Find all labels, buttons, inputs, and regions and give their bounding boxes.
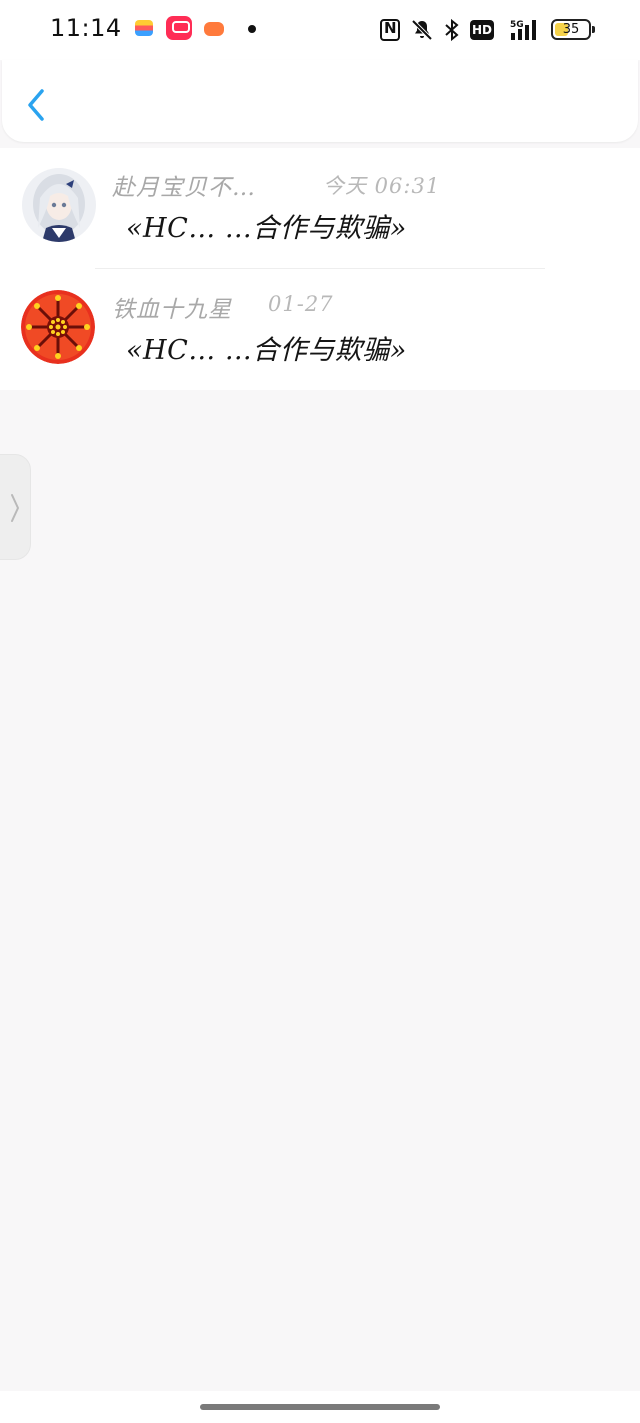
list-item[interactable]: 赴月宝贝不… 今天 06:31 «HC… …合作与欺骗» (0, 148, 640, 269)
more-notifications-dot-icon (248, 25, 256, 33)
network-type-text: 5G (510, 20, 524, 30)
home-indicator[interactable] (200, 1404, 440, 1410)
post-list: 赴月宝贝不… 今天 06:31 «HC… …合作与欺骗» 铁血十九星 01-27… (0, 148, 640, 390)
header-bar (2, 60, 638, 142)
bottom-gesture-bar (0, 1391, 640, 1423)
wallet-app-icon (135, 20, 153, 36)
status-bar: 11:14 HD 5G 35 (0, 0, 640, 60)
game-app-icon (204, 22, 224, 36)
battery-level: 35 (562, 22, 580, 37)
post-title: «HC… …合作与欺骗» (126, 213, 407, 244)
bell-muted-icon (411, 19, 433, 41)
signal-5g-icon: 5G (510, 20, 536, 40)
red-star-emblem-avatar-icon (21, 290, 95, 364)
post-timestamp: 今天 06:31 (323, 174, 441, 198)
battery-icon: 35 (551, 19, 595, 40)
divider (95, 268, 545, 269)
avatar[interactable] (22, 168, 96, 242)
chevron-left-icon (28, 89, 44, 121)
side-panel-handle[interactable] (0, 454, 31, 560)
list-item[interactable]: 铁血十九星 01-27 «HC… …合作与欺骗» (0, 270, 640, 390)
back-button[interactable] (20, 85, 52, 125)
bluetooth-icon (445, 18, 459, 42)
nfc-icon (380, 19, 400, 41)
status-time: 11:14 (50, 14, 122, 42)
avatar[interactable] (21, 290, 95, 364)
hd-voice-icon: HD (470, 20, 494, 40)
post-title: «HC… …合作与欺骗» (126, 335, 407, 366)
battery-tip (592, 26, 595, 33)
post-author: 赴月宝贝不… (112, 175, 256, 201)
post-author: 铁血十九星 (112, 297, 232, 323)
chevron-right-icon (11, 494, 19, 522)
video-app-icon (166, 16, 192, 40)
anime-girl-avatar-icon (22, 168, 96, 242)
post-timestamp: 01-27 (268, 292, 334, 316)
